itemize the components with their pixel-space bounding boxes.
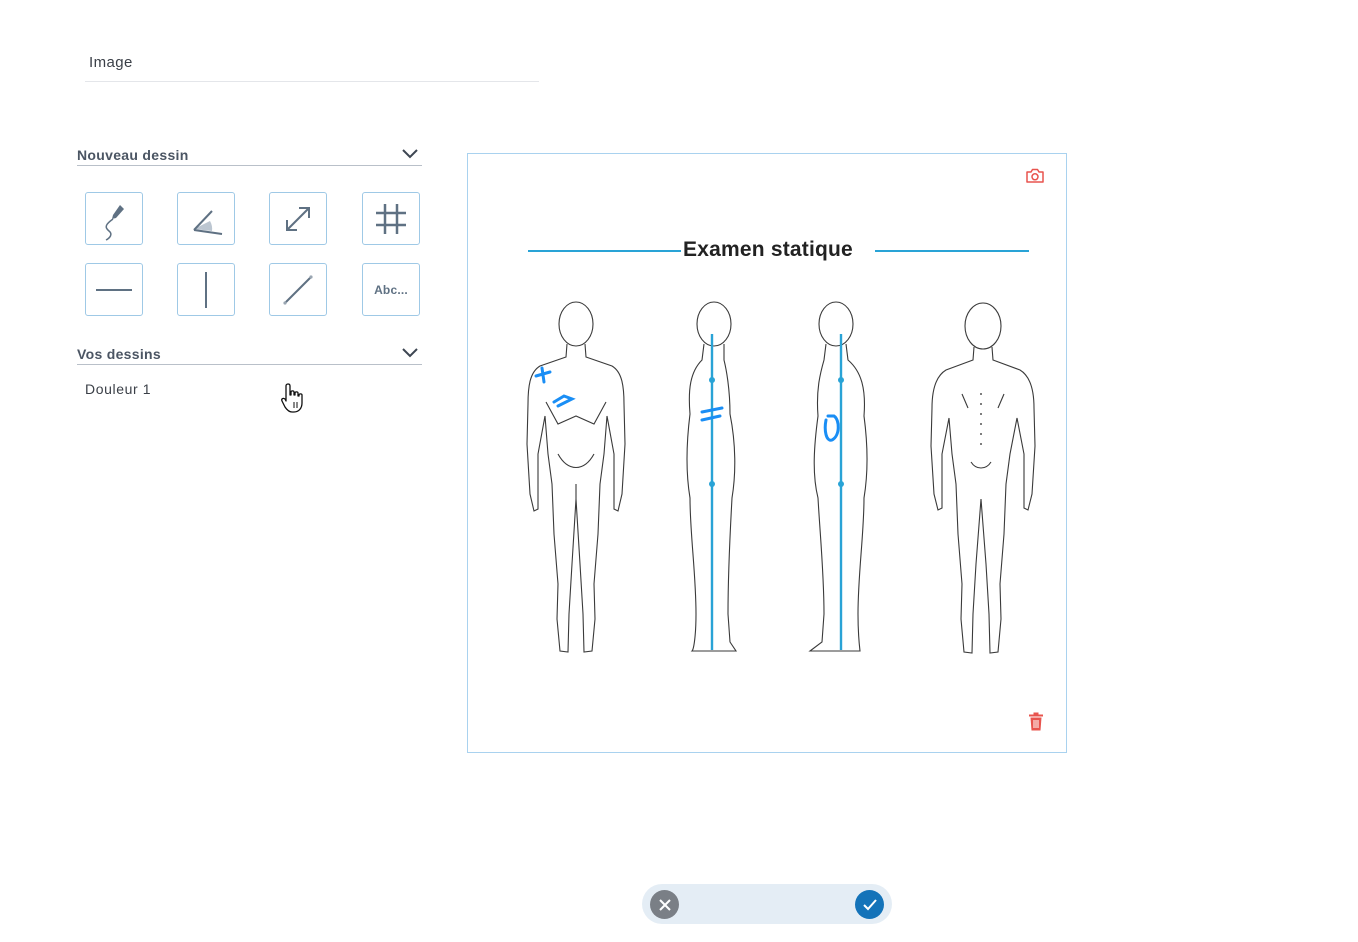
your-drawings-header[interactable]: Vos dessins (77, 346, 422, 365)
action-bar (642, 884, 892, 924)
image-title: Examen statique (683, 238, 853, 261)
vertical-line-tool[interactable] (177, 263, 235, 316)
image-field[interactable]: Image (85, 50, 539, 82)
distance-tool[interactable] (269, 192, 327, 245)
freehand-pen-tool[interactable] (85, 192, 143, 245)
diagonal-arrows-icon (286, 206, 310, 231)
new-drawing-header[interactable]: Nouveau dessin (77, 147, 422, 166)
drawing-canvas[interactable]: Examen statique (467, 153, 1067, 753)
close-icon (658, 898, 671, 911)
confirm-button[interactable] (855, 890, 884, 919)
check-icon (862, 898, 877, 910)
text-tool-label: Abc... (374, 282, 408, 297)
horizontal-line-tool[interactable] (85, 263, 143, 316)
image-field-label: Image (89, 54, 133, 71)
pen-curve-icon (105, 204, 124, 241)
your-drawings-title: Vos dessins (77, 346, 161, 362)
hash-grid-icon (376, 203, 406, 234)
angle-tool[interactable] (177, 192, 235, 245)
chevron-down-icon (402, 149, 418, 159)
chevron-down-icon (402, 348, 418, 358)
new-drawing-title: Nouveau dessin (77, 147, 189, 163)
cancel-button[interactable] (650, 890, 679, 919)
drawing-tools: Abc... (85, 192, 422, 318)
angle-icon (193, 209, 223, 235)
oblique-line-icon (283, 274, 313, 305)
horizontal-line-icon (96, 288, 132, 291)
hand-cursor-icon (281, 383, 303, 413)
grid-tool[interactable] (362, 192, 420, 245)
text-tool[interactable]: Abc... (362, 263, 420, 316)
vertical-line-icon (205, 271, 207, 308)
oblique-line-tool[interactable] (269, 263, 327, 316)
trash-icon[interactable] (1028, 712, 1044, 731)
camera-icon[interactable] (1025, 167, 1045, 184)
drawing-item-douleur-1[interactable]: Douleur 1 (85, 381, 151, 397)
